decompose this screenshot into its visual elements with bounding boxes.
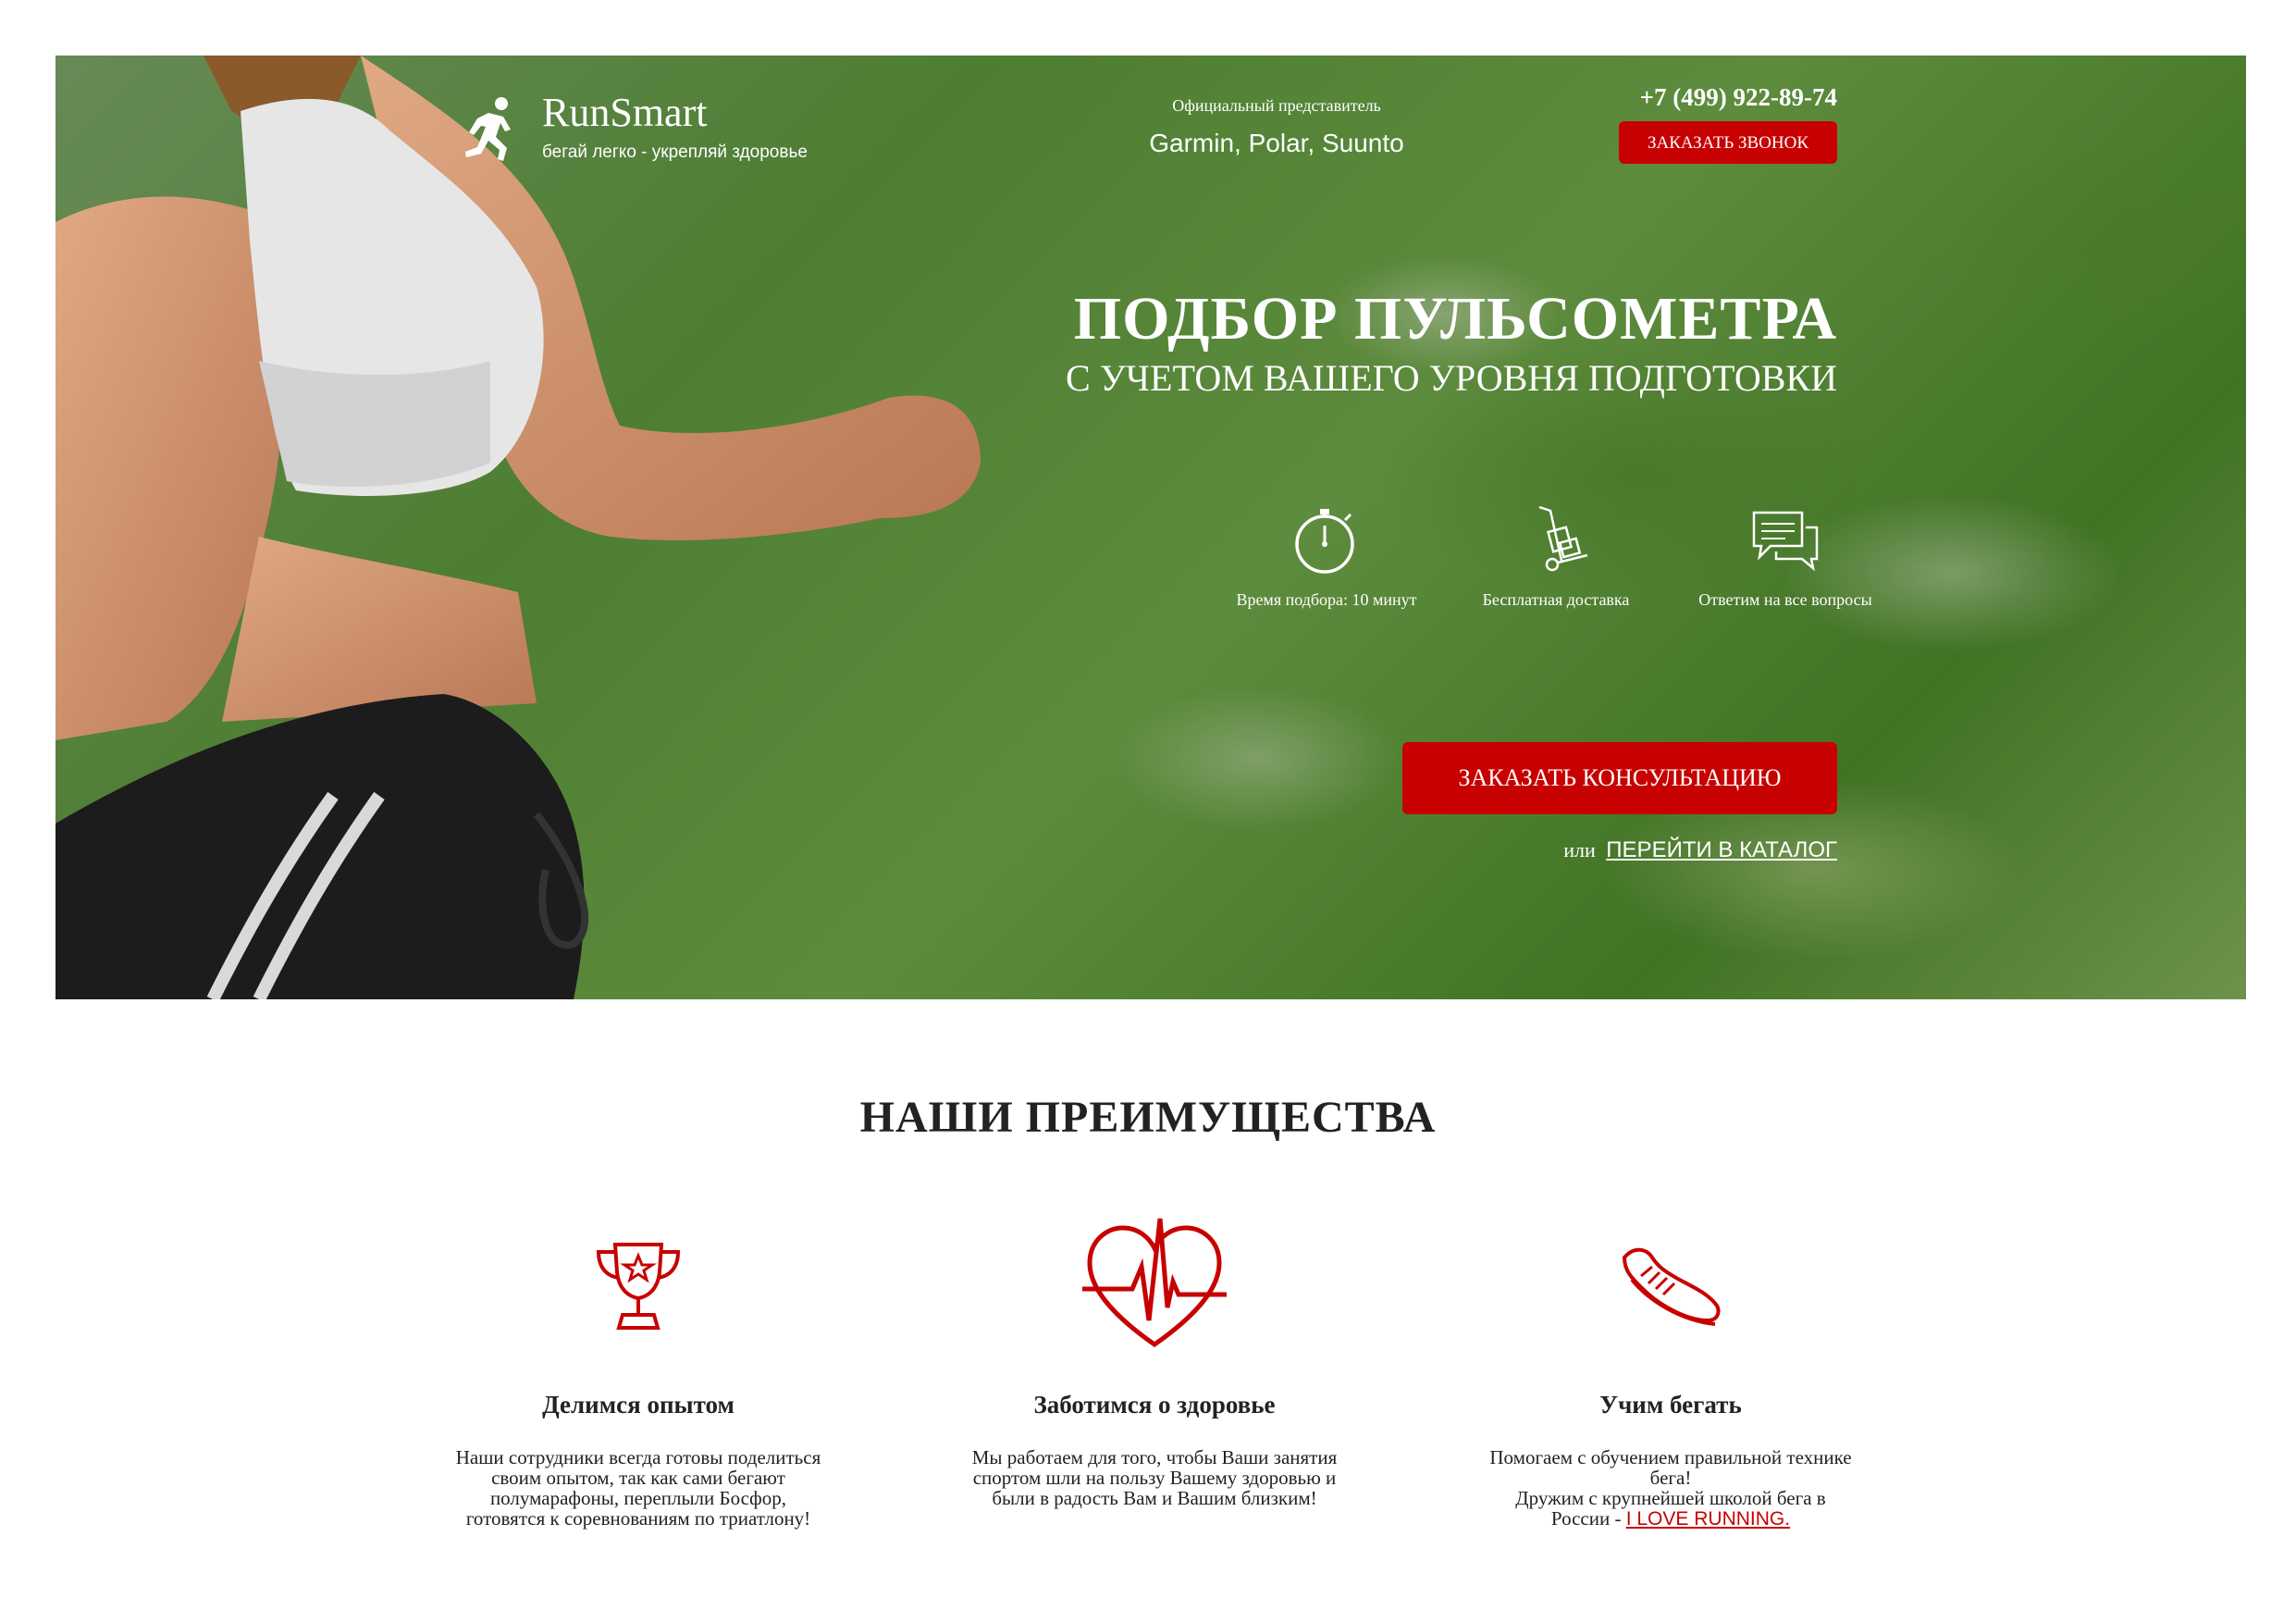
- delivery-cart-icon: [1538, 505, 1588, 572]
- rep-label: Официальный представитель: [1172, 96, 1381, 115]
- feature-item: Ответим на все вопросы: [1671, 503, 1900, 610]
- advantage-title: Учим бегать: [1599, 1391, 1742, 1419]
- runner-logo-icon: [465, 97, 511, 161]
- advantage-text: Мы работаем для того, чтобы Ваши занятия…: [971, 1446, 1338, 1510]
- hero-features: Время подбора: 10 минут Бесплатная доста…: [1212, 503, 1900, 610]
- contact-block: +7 (499) 922-89-74 ЗАКАЗАТЬ ЗВОНОК: [1619, 83, 1837, 164]
- chat-bubbles-icon: [1752, 511, 1819, 572]
- feature-item: Бесплатная доставка: [1441, 503, 1671, 610]
- hero-subheading: С УЧЕТОМ ВАШЕГО УРОВНЯ ПОДГОТОВКИ: [1066, 357, 1837, 400]
- advantage-title: Заботимся о здоровье: [1033, 1391, 1276, 1419]
- running-shoe-icon: [1622, 1247, 1721, 1326]
- advantage-item: Делимся опытом Наши сотрудники всегда го…: [453, 1217, 823, 1529]
- feature-text: Бесплатная доставка: [1482, 590, 1630, 609]
- advantage-item: Учим бегать Помогаем с обучением правиль…: [1486, 1217, 1856, 1530]
- feature-text: Ответим на все вопросы: [1698, 590, 1872, 609]
- phone-number[interactable]: +7 (499) 922-89-74: [1619, 83, 1837, 112]
- brand-name: RunSmart: [542, 90, 708, 135]
- catalog-line: или ПЕРЕЙТИ В КАТАЛОГ: [1563, 837, 1837, 863]
- official-representative: Официальный представитель Garmin, Polar,…: [1064, 96, 1489, 158]
- catalog-link[interactable]: ПЕРЕЙТИ В КАТАЛОГ: [1606, 837, 1837, 862]
- advantage-text: Наши сотрудники всегда готовы поделиться…: [455, 1446, 821, 1530]
- or-label: или: [1563, 838, 1596, 861]
- brand-slogan: бегай легко - укрепляй здоровье: [542, 142, 808, 162]
- feature-item: Время подбора: 10 минут: [1212, 503, 1441, 610]
- heart-pulse-icon: [1082, 1218, 1227, 1348]
- hero-heading: ПОДБОР ПУЛЬСОМЕТРА: [1073, 285, 1837, 353]
- logo[interactable]: RunSmart бегай легко - укрепляй здоровье: [461, 91, 808, 163]
- hero-title: ПОДБОР ПУЛЬСОМЕТРА С УЧЕТОМ ВАШЕГО УРОВН…: [1066, 287, 1837, 399]
- advantage-text: Помогаем с обучением правильной технике …: [1486, 1447, 1856, 1530]
- stopwatch-icon: [1295, 509, 1354, 574]
- trophy-icon: [596, 1243, 681, 1330]
- advantage-title: Делимся опытом: [542, 1391, 734, 1419]
- i-love-running-link[interactable]: I LOVE RUNNING.: [1626, 1508, 1790, 1530]
- advantage-text-line: Помогаем с обучением правильной технике …: [1489, 1446, 1852, 1490]
- callback-button[interactable]: ЗАКАЗАТЬ ЗВОНОК: [1619, 121, 1837, 164]
- advantages-title: НАШИ ПРЕИМУЩЕСТВА: [859, 1093, 1437, 1142]
- consult-button[interactable]: ЗАКАЗАТЬ КОНСУЛЬТАЦИЮ: [1402, 742, 1837, 814]
- rep-brands: Garmin, Polar, Suunto: [1149, 129, 1404, 157]
- advantage-item: Заботимся о здоровье Мы работаем для тог…: [969, 1217, 1339, 1508]
- hero-section: RunSmart бегай легко - укрепляй здоровье…: [56, 56, 2246, 999]
- feature-text: Время подбора: 10 минут: [1236, 590, 1417, 609]
